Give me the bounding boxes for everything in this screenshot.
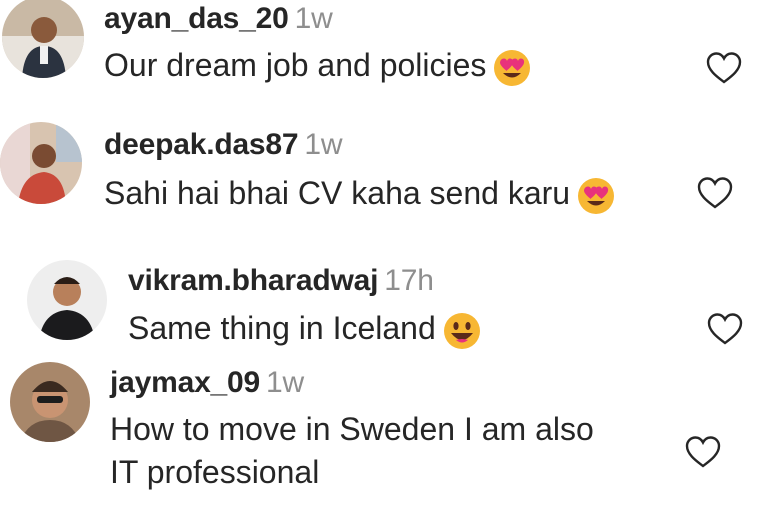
heart-eyes-emoji — [576, 176, 616, 216]
avatar[interactable] — [2, 0, 84, 78]
timestamp: 1w — [294, 2, 333, 35]
username[interactable]: deepak.das87 1w — [104, 128, 343, 162]
timestamp: 1w — [266, 366, 304, 399]
username[interactable]: ayan_das_20 1w — [104, 2, 333, 36]
grinning-face-emoji — [442, 311, 482, 351]
like-heart-icon[interactable] — [684, 435, 722, 469]
comment-text: Our dream job and policies — [104, 44, 532, 88]
comment-text-line: How to move in Sweden I am also — [110, 411, 594, 447]
comment-text: Same thing in Iceland — [128, 307, 482, 351]
like-heart-icon[interactable] — [706, 312, 744, 346]
avatar[interactable] — [27, 260, 107, 340]
timestamp: 17h — [384, 264, 434, 297]
avatar[interactable] — [10, 362, 90, 442]
heart-eyes-emoji — [492, 48, 532, 88]
timestamp: 1w — [304, 128, 343, 161]
username[interactable]: jaymax_09 1w — [110, 366, 304, 400]
username[interactable]: vikram.bharadwaj 17h — [128, 264, 434, 298]
avatar[interactable] — [0, 122, 82, 204]
comment-text: Sahi hai bhai CV kaha send karu — [104, 172, 616, 216]
like-heart-icon[interactable] — [705, 51, 743, 85]
like-heart-icon[interactable] — [696, 176, 734, 210]
comment-text-line: IT professional — [110, 454, 320, 490]
